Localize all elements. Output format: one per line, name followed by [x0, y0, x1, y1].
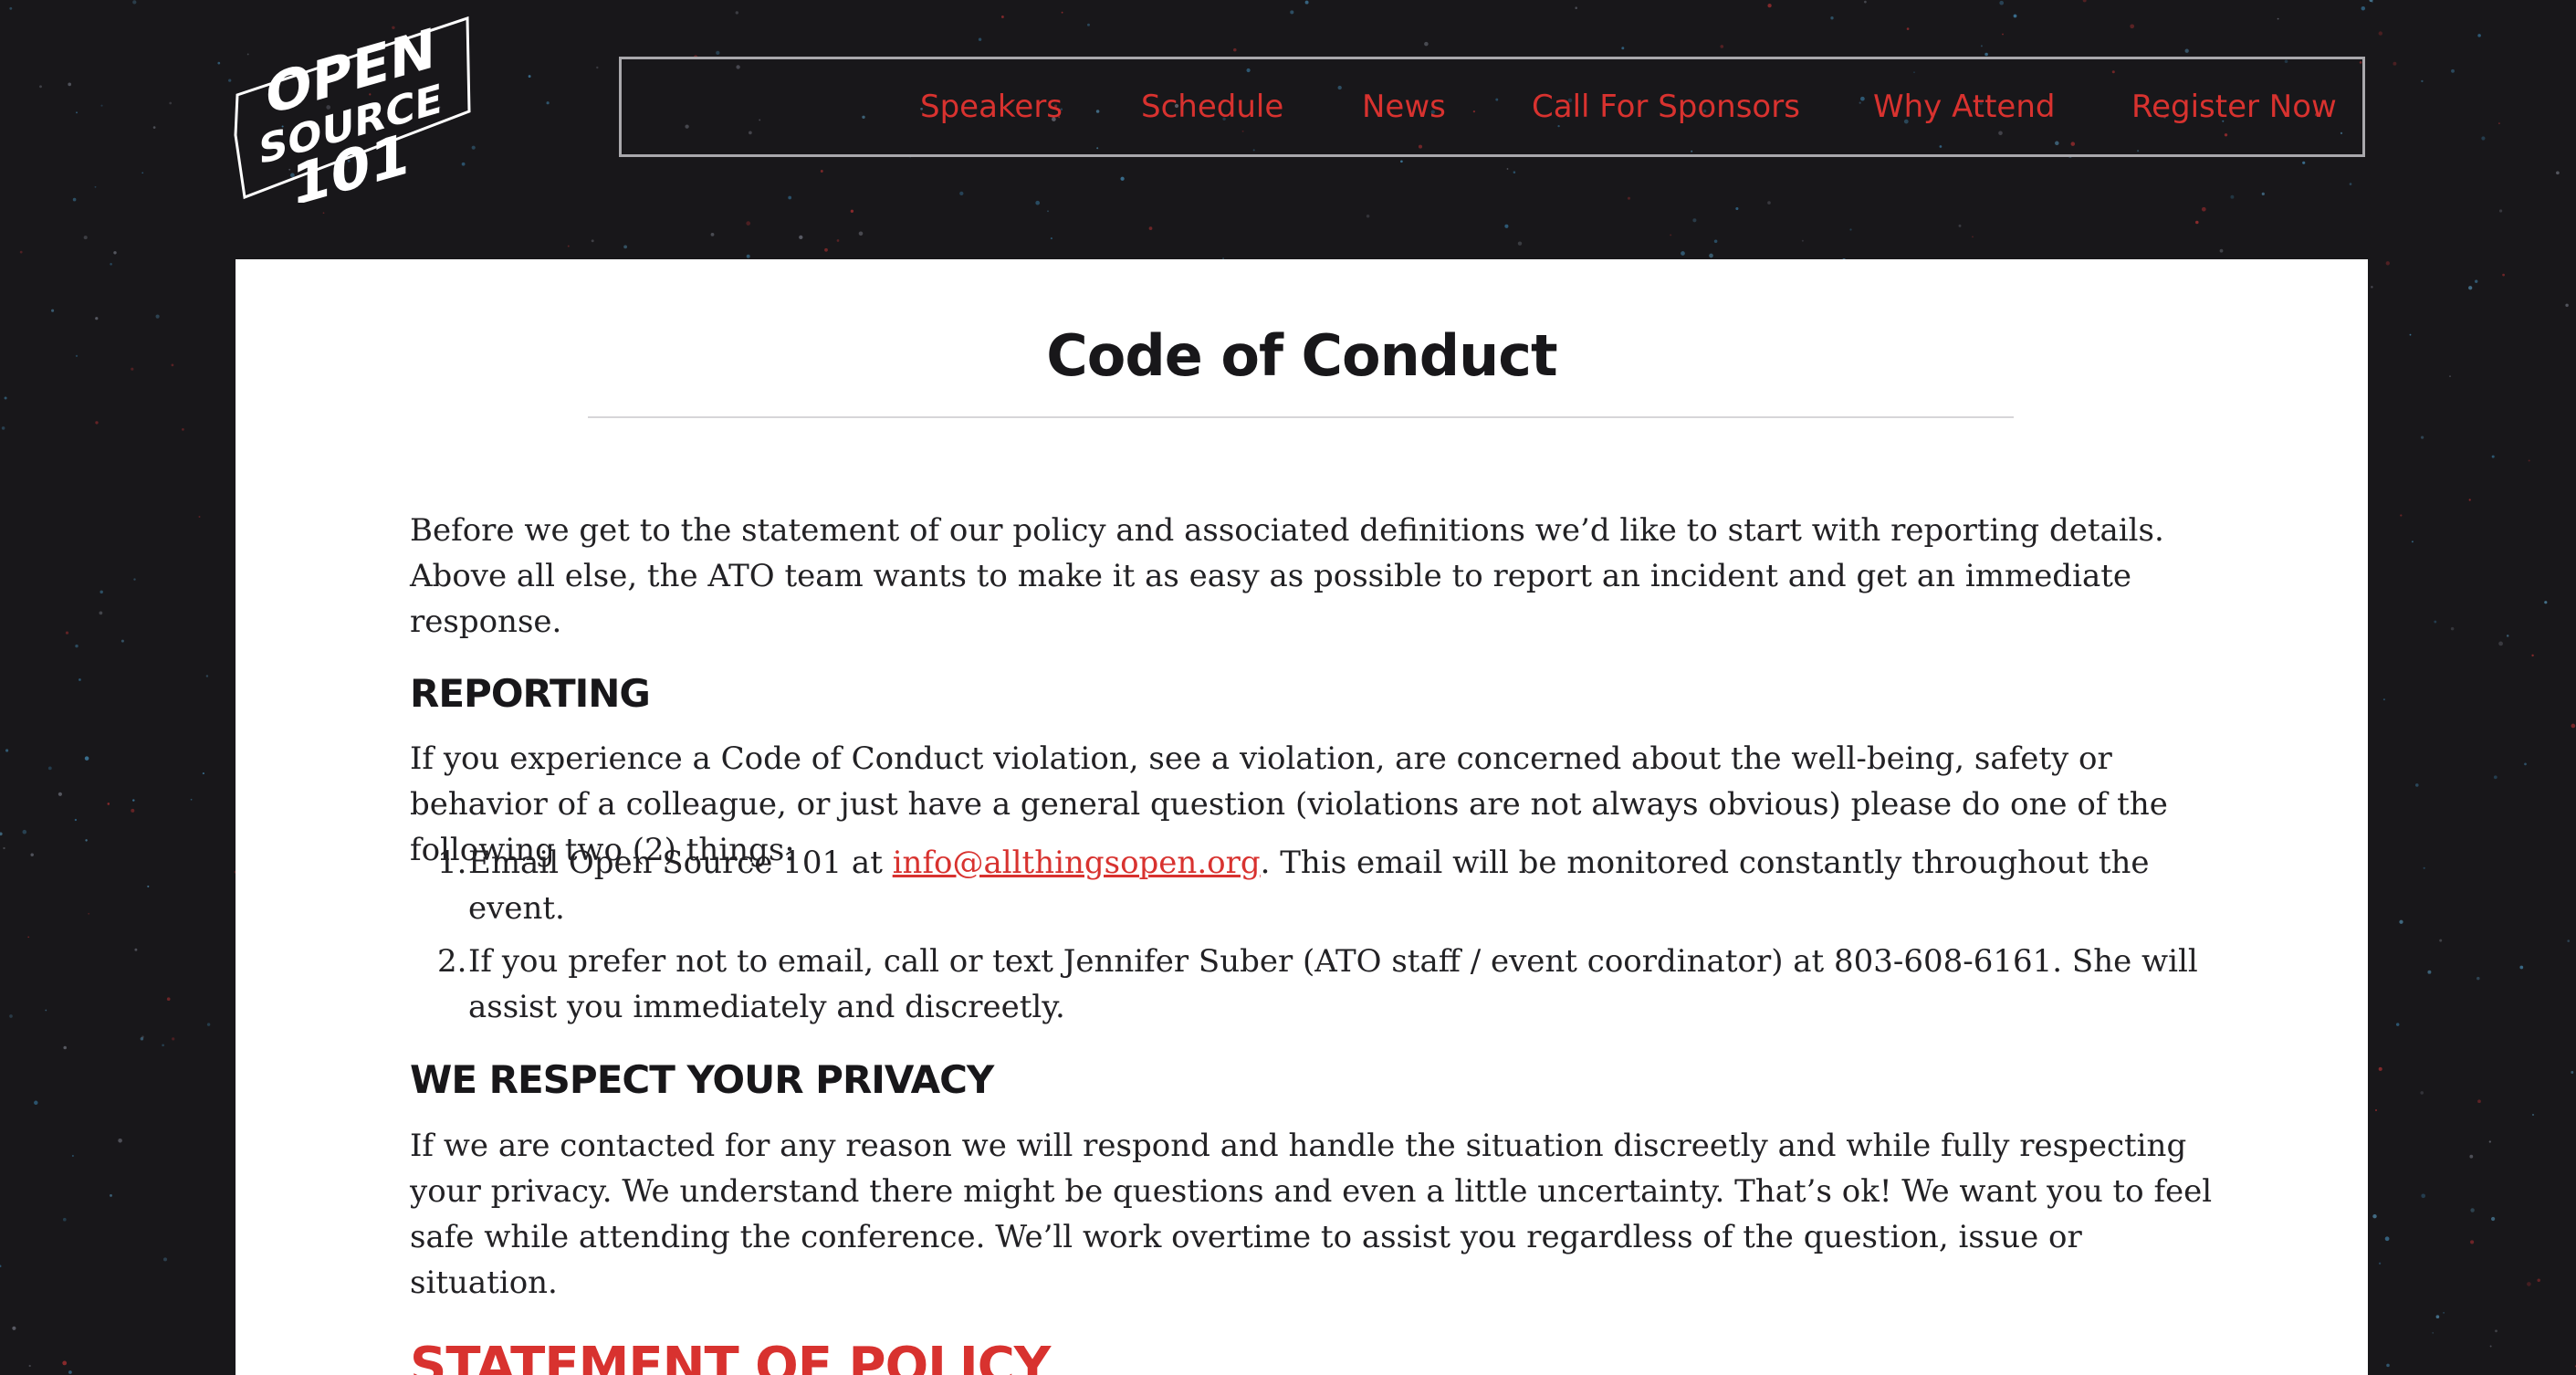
reporting-heading: REPORTING: [410, 671, 651, 716]
nav-why-attend[interactable]: Why Attend: [1873, 88, 2055, 126]
nav-schedule[interactable]: Schedule: [1141, 88, 1283, 126]
open-source-101-logo[interactable]: OPEN SOURCE 101: [234, 15, 471, 203]
list-item-number: 1.: [437, 845, 467, 881]
privacy-heading: WE RESPECT YOUR PRIVACY: [410, 1057, 994, 1102]
content-card: Code of Conduct Before we get to the sta…: [236, 259, 2368, 1375]
page-title: Code of Conduct: [1046, 322, 1557, 389]
privacy-paragraph: If we are contacted for any reason we wi…: [410, 1128, 2213, 1301]
list-item-text: Email Open Source 101 at: [468, 845, 893, 881]
nav-speakers[interactable]: Speakers: [920, 88, 1063, 126]
reporting-steps-list: 1. Email Open Source 101 at info@allthing…: [410, 840, 2226, 1037]
intro-paragraph: Before we get to the statement of our po…: [410, 512, 2164, 640]
list-item: 1. Email Open Source 101 at info@allthing…: [410, 840, 2226, 931]
main-navigation: Speakers Schedule News Call For Sponsors…: [619, 57, 2365, 157]
nav-call-for-sponsors[interactable]: Call For Sponsors: [1532, 88, 1800, 126]
title-divider: [588, 416, 2014, 418]
list-item-number: 2.: [437, 943, 467, 980]
nav-register-now[interactable]: Register Now: [2131, 88, 2337, 126]
email-link[interactable]: info@allthingsopen.org: [893, 845, 1261, 881]
statement-of-policy-heading: STATEMENT OF POLICY: [410, 1337, 1051, 1375]
list-item-text: If you prefer not to email, call or text…: [468, 943, 2198, 1025]
list-item: 2. If you prefer not to email, call or te…: [410, 939, 2226, 1030]
nav-news[interactable]: News: [1362, 88, 1446, 126]
